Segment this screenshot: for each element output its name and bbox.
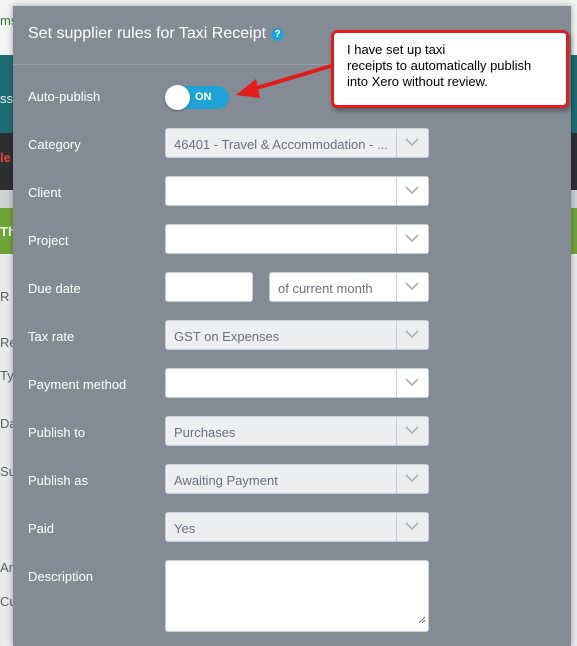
- annotation-callout: I have set up taxi receipts to automatic…: [331, 30, 569, 108]
- callout-text: I have set up taxi receipts to automatic…: [347, 42, 559, 90]
- callout-line: into Xero without review.: [347, 74, 488, 89]
- callout-line: I have set up taxi: [347, 42, 446, 57]
- callout-line: receipts to automatically publish: [347, 58, 532, 73]
